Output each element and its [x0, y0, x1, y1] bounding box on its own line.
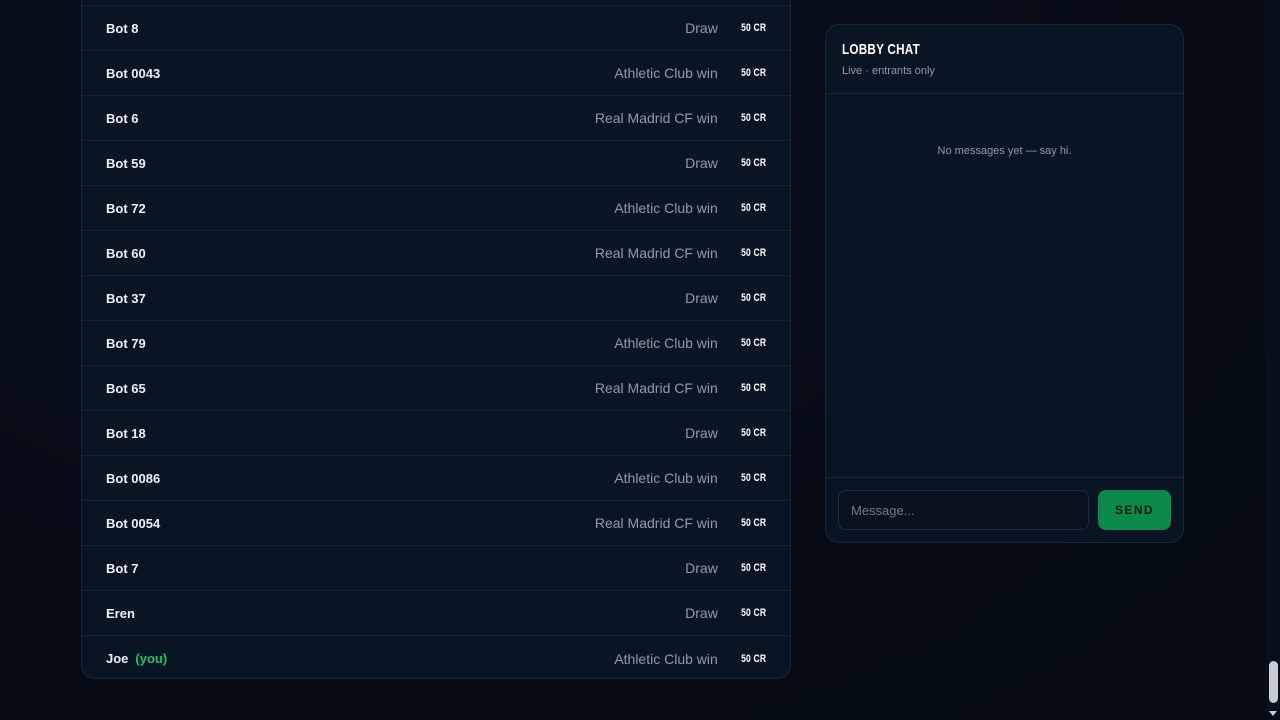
entry-player-name: Bot 72: [106, 201, 614, 216]
entry-player-name: Bot 0086: [106, 471, 614, 486]
entry-stake: 50 CR: [740, 382, 766, 394]
chat-message-input[interactable]: [838, 490, 1089, 530]
entry-player-name: Bot 79: [106, 336, 614, 351]
entry-pick: Real Madrid CF win: [594, 110, 718, 126]
page: Bot 8 Draw 50 CR Bot 0043 Athletic Club win 5…: [0, 0, 1280, 720]
entry-row: Bot 0054 Real Madrid CF win 50 CR: [82, 501, 790, 546]
entry-player-name: Bot 0054: [106, 516, 595, 531]
entry-row: Bot 0043 Athletic Club win 50 CR: [82, 51, 790, 96]
entry-player-name-text: Bot 0043: [106, 65, 161, 81]
send-button[interactable]: SEND: [1098, 490, 1171, 530]
entry-player-name: Bot 7: [106, 561, 685, 576]
entry-row: Bot 8 Draw 50 CR: [82, 6, 790, 51]
entry-stake: 50 CR: [740, 427, 766, 439]
entry-player-name-text: Bot 7: [106, 560, 139, 576]
entry-row: Joe (you) Athletic Club win 50 CR: [82, 636, 790, 678]
entry-player-name-text: Bot 6: [106, 110, 139, 126]
entry-pick: Draw: [685, 290, 718, 306]
entry-row: Bot 65 Real Madrid CF win 50 CR: [82, 366, 790, 411]
entry-row: Bot 7 Draw 50 CR: [82, 546, 790, 591]
entry-player-name-text: Joe: [106, 651, 129, 666]
entry-player-name: Bot 65: [106, 381, 595, 396]
entry-row: Bot 18 Draw 50 CR: [82, 411, 790, 456]
entry-player-name-text: Bot 0086: [106, 470, 161, 486]
chat-messages[interactable]: No messages yet — say hi.: [826, 94, 1183, 479]
entry-player-name-text: Bot 59: [106, 155, 146, 171]
entry-player-name-text: Bot 72: [106, 200, 146, 216]
scrollbar-thumb[interactable]: [1269, 661, 1278, 703]
entry-stake: 50 CR: [740, 112, 766, 124]
entry-pick: Real Madrid CF win: [594, 515, 718, 531]
entry-pick: Draw: [685, 155, 718, 171]
entry-player-name-text: Bot 37: [106, 290, 146, 306]
entries-list: Bot 8 Draw 50 CR Bot 0043 Athletic Club win 5…: [82, 5, 790, 678]
entry-pick: Athletic Club win: [614, 335, 718, 351]
entry-row: Bot 79 Athletic Club win 50 CR: [82, 321, 790, 366]
entry-player-name-text: Bot 18: [106, 425, 146, 441]
entry-player-name: Eren: [106, 606, 685, 621]
entry-player-name: Bot 6: [106, 111, 595, 126]
entry-player-name: Bot 8: [106, 21, 685, 36]
entry-player-name: Bot 18: [106, 426, 685, 441]
entry-stake: 50 CR: [740, 472, 766, 484]
entry-stake: 50 CR: [740, 22, 766, 34]
page-scrollbar[interactable]: [1265, 0, 1280, 720]
chat-composer: SEND: [826, 477, 1183, 542]
entry-stake: 50 CR: [740, 67, 766, 79]
entry-pick: Draw: [685, 425, 718, 441]
chat-subtitle: Live · entrants only: [842, 65, 935, 77]
entry-stake: 50 CR: [740, 517, 766, 529]
you-badge: (you): [135, 651, 168, 666]
entry-stake: 50 CR: [740, 202, 766, 214]
chat-empty-state: No messages yet — say hi.: [937, 145, 1072, 157]
entry-stake: 50 CR: [740, 562, 766, 574]
entry-player-name: Bot 60: [106, 246, 595, 261]
entries-panel: Bot 8 Draw 50 CR Bot 0043 Athletic Club win 5…: [81, 0, 791, 679]
entry-player-name-text: Bot 60: [106, 245, 146, 261]
entry-player-name: Bot 0043: [106, 66, 614, 81]
entry-pick: Athletic Club win: [614, 200, 718, 216]
lobby-chat-panel: LOBBY CHAT Live · entrants only No messa…: [825, 24, 1184, 543]
entry-player-name: Bot 37: [106, 291, 685, 306]
entry-row: Bot 60 Real Madrid CF win 50 CR: [82, 231, 790, 276]
entry-pick: Draw: [685, 605, 718, 621]
entry-player-name-text: Bot 79: [106, 335, 146, 351]
entry-player-name-text: Bot 65: [106, 380, 146, 396]
entry-player-name-text: Bot 8: [106, 20, 139, 36]
entry-row: Bot 6 Real Madrid CF win 50 CR: [82, 96, 790, 141]
entry-stake: 50 CR: [740, 292, 766, 304]
entry-player-name: Bot 59: [106, 156, 685, 171]
entry-pick: Draw: [685, 20, 718, 36]
entry-pick: Athletic Club win: [614, 470, 718, 486]
entry-row: Bot 72 Athletic Club win 50 CR: [82, 186, 790, 231]
entry-pick: Real Madrid CF win: [594, 245, 718, 261]
entry-pick: Athletic Club win: [614, 650, 718, 667]
entry-row: Eren Draw 50 CR: [82, 591, 790, 636]
entry-stake: 50 CR: [740, 337, 766, 349]
chat-header: LOBBY CHAT Live · entrants only: [826, 25, 1183, 94]
entry-pick: Draw: [685, 560, 718, 576]
entry-player-name-text: Bot 0054: [106, 515, 161, 531]
entry-player-name: Joe (you): [106, 651, 614, 666]
entry-pick: Athletic Club win: [614, 65, 718, 81]
entry-row: Bot 0086 Athletic Club win 50 CR: [82, 456, 790, 501]
entry-pick: Real Madrid CF win: [594, 380, 718, 396]
entry-row: Bot 37 Draw 50 CR: [82, 276, 790, 321]
entry-player-name-text: Eren: [106, 605, 135, 621]
entry-stake: 50 CR: [740, 607, 766, 619]
entry-stake: 50 CR: [740, 157, 766, 169]
scroll-down-arrow-icon[interactable]: [1269, 711, 1277, 716]
entry-stake: 50 CR: [740, 652, 766, 665]
entry-row: Bot 59 Draw 50 CR: [82, 141, 790, 186]
chat-title: LOBBY CHAT: [842, 41, 920, 58]
entry-stake: 50 CR: [740, 247, 766, 259]
